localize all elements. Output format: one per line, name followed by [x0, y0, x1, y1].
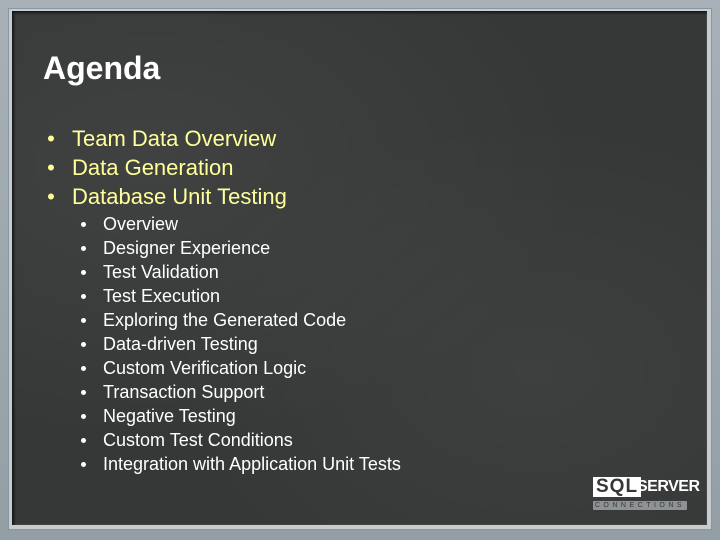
bullet-icon: •	[47, 184, 55, 209]
bullet-dot-icon	[81, 246, 86, 251]
bullet-dot-icon	[81, 270, 86, 275]
sub-bullet-text: Overview	[103, 214, 179, 234]
slide-title: Agenda	[43, 50, 161, 86]
bullet-icon: •	[47, 126, 55, 151]
sub-bullet-text: Custom Verification Logic	[103, 358, 307, 378]
bullet-dot-icon	[81, 318, 86, 323]
bullet-dot-icon	[81, 342, 86, 347]
bullet-dot-icon	[81, 438, 86, 443]
bullet-text: Database Unit Testing	[72, 184, 287, 209]
sub-bullet-text: Transaction Support	[103, 382, 265, 402]
sub-bullet-text: Designer Experience	[103, 238, 271, 258]
bullet-text: Team Data Overview	[72, 126, 277, 151]
bullet-dot-icon	[81, 366, 86, 371]
logo-sql-text: SQL	[593, 477, 642, 497]
sub-bullet-text: Test Validation	[103, 262, 219, 282]
logo-server-text: SERVER	[637, 478, 700, 495]
sub-bullet-text: Exploring the Generated Code	[103, 310, 347, 330]
bullet-dot-icon	[81, 294, 86, 299]
sub-bullet-text: Integration with Application Unit Tests	[103, 454, 401, 474]
bullet-dot-icon	[81, 390, 86, 395]
bullet-dot-icon	[81, 462, 86, 467]
sql-server-connections-logo: SQL SERVER CONNECTIONS	[593, 477, 700, 511]
sub-bullet-text: Data-driven Testing	[103, 334, 258, 354]
logo-subtitle: CONNECTIONS	[593, 501, 687, 510]
sub-bullet-text: Custom Test Conditions	[103, 430, 293, 450]
sub-bullet-text: Negative Testing	[103, 406, 236, 426]
bullet-dot-icon	[81, 222, 86, 227]
bullet-icon: •	[47, 155, 55, 180]
sub-bullet-text: Test Execution	[103, 286, 221, 306]
bullet-dot-icon	[81, 414, 86, 419]
bullet-text: Data Generation	[72, 155, 234, 180]
